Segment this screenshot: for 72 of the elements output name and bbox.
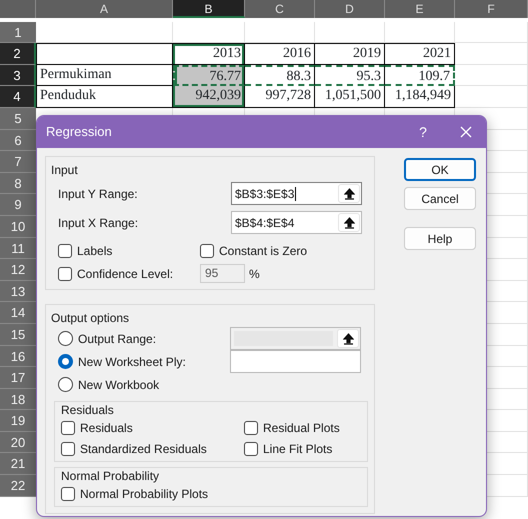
column-header[interactable]: B [173, 0, 245, 18]
checkbox[interactable]: Confidence Level: [58, 264, 200, 283]
table-cell: 88.3 [245, 64, 315, 86]
column-header[interactable]: A [36, 0, 173, 18]
table-cell: 109.7 [385, 64, 455, 86]
close-icon [460, 126, 472, 138]
dialog-button[interactable]: Cancel [404, 187, 476, 210]
row-header[interactable]: 4 [0, 86, 36, 108]
table-cell: 2019 [315, 43, 385, 65]
group-label: Input [51, 163, 80, 177]
table-cell: 1,184,949 [385, 86, 455, 108]
upload-arrow-icon [342, 332, 354, 344]
row-header[interactable]: 18 [0, 388, 36, 410]
row-header[interactable]: 2 [0, 43, 36, 65]
range-field[interactable]: $B$3:$E$3 [231, 182, 362, 205]
window-title: Regression [46, 123, 113, 142]
row-header[interactable]: 1 [0, 22, 36, 44]
row-header[interactable]: 11 [0, 238, 36, 260]
range-picker-button[interactable] [338, 213, 360, 232]
table-cell: 76.77 [173, 64, 245, 86]
column-header[interactable]: F [455, 0, 528, 18]
row-header[interactable]: 20 [0, 432, 36, 454]
table-cell: 2021 [385, 43, 455, 65]
table-cell: 1,051,500 [315, 86, 385, 108]
help-button[interactable]: ? [408, 122, 438, 142]
dialog-button[interactable]: OK [404, 158, 476, 181]
range-picker-button[interactable] [338, 184, 360, 203]
checkbox[interactable]: Normal Probability Plots [61, 485, 244, 503]
row-header[interactable]: 9 [0, 194, 36, 216]
table-cell: 997,728 [245, 86, 315, 108]
checkbox[interactable]: Constant is Zero [200, 242, 364, 260]
row-header[interactable]: 6 [0, 130, 36, 152]
table-cell: 95.3 [315, 64, 385, 86]
upload-arrow-icon [344, 188, 354, 200]
row-header[interactable]: 22 [0, 475, 36, 497]
row-header[interactable]: 21 [0, 453, 36, 476]
radio-option[interactable]: New Workbook [58, 376, 230, 394]
table-cell: 2016 [245, 43, 315, 65]
column-header[interactable]: C [245, 0, 315, 18]
column-header[interactable]: E [385, 0, 455, 18]
row-header[interactable]: 12 [0, 259, 36, 281]
row-header[interactable]: 17 [0, 367, 36, 389]
radio-option[interactable]: Output Range: [58, 330, 230, 348]
row-header[interactable]: 19 [0, 410, 36, 432]
checkbox[interactable]: Residuals [61, 419, 244, 437]
row-header[interactable]: 5 [0, 108, 36, 130]
table-cell: 942,039 [173, 86, 245, 108]
row-header[interactable]: 7 [0, 151, 36, 173]
row-header[interactable]: 14 [0, 302, 36, 324]
table-cell: 2013 [173, 43, 245, 65]
field-label: Input Y Range: [58, 186, 139, 202]
dialog-button[interactable]: Help [404, 227, 476, 250]
checkbox[interactable]: Standardized Residuals [61, 440, 244, 458]
group-label: Output options [51, 311, 132, 325]
group-label: Normal Probability [61, 469, 160, 483]
checkbox[interactable]: Labels [58, 242, 200, 260]
checkbox[interactable]: Line Fit Plots [244, 440, 361, 458]
column-header[interactable]: D [315, 0, 385, 18]
checkbox[interactable]: Residual Plots [244, 419, 361, 437]
range-field[interactable] [230, 350, 361, 373]
group-label: Residuals [61, 403, 115, 417]
row-header[interactable]: 10 [0, 216, 36, 238]
row-header[interactable]: 13 [0, 280, 36, 302]
row-header[interactable]: 16 [0, 346, 36, 368]
radio-option[interactable]: New Worksheet Ply: [58, 352, 230, 370]
upload-arrow-icon [344, 216, 354, 228]
range-field[interactable]: $B$4:$E$4 [231, 211, 362, 234]
row-header[interactable]: 8 [0, 172, 36, 194]
row-header[interactable]: 3 [0, 64, 36, 86]
row-header[interactable]: 15 [0, 324, 36, 346]
unit-label: % [249, 266, 260, 282]
field-label: Input X Range: [58, 214, 140, 232]
